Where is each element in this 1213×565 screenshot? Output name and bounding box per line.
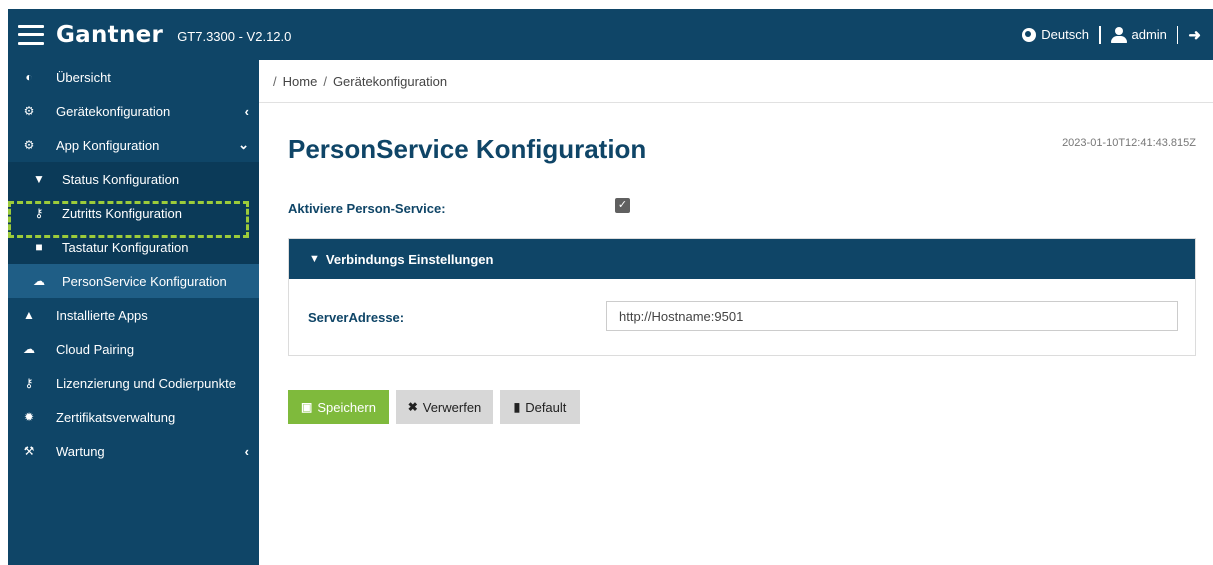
breadcrumb-home[interactable]: Home	[283, 74, 318, 89]
discard-label: Verwerfen	[422, 399, 482, 415]
sidebar-item-maintenance[interactable]: ⚒ Wartung ‹	[8, 434, 259, 468]
logout-icon[interactable]: ➜	[1188, 26, 1201, 44]
sidebar: ◐ Übersicht ⚙ Gerätekonfiguration ‹ ⚙ Ap…	[8, 60, 259, 565]
gear-icon: ⚙	[23, 104, 35, 118]
default-button[interactable]: ▮ Default	[500, 390, 580, 424]
page-title: PersonService Konfiguration	[288, 134, 647, 164]
enable-label: Aktiviere Person-Service:	[288, 201, 446, 216]
sidebar-item-app-config[interactable]: ⚙ App Konfiguration ⌄	[8, 128, 259, 162]
breadcrumb-current[interactable]: Gerätekonfiguration	[333, 74, 447, 89]
sidebar-item-certificates[interactable]: ✹ Zertifikatsverwaltung	[8, 400, 259, 434]
language-label: Deutsch	[1041, 27, 1089, 42]
chevron-left-icon: ‹	[244, 443, 249, 459]
key-icon: ⚷	[34, 206, 44, 220]
puzzle-icon: ▲	[23, 308, 35, 322]
sidebar-submenu: ▼ Status Konfiguration ⚷ Zutritts Konfig…	[8, 162, 259, 298]
sidebar-item-keyboard-config[interactable]: ■ Tastatur Konfiguration	[8, 230, 259, 264]
server-address-input[interactable]	[606, 301, 1178, 331]
breadcrumb: / Home / Gerätekonfiguration	[259, 60, 1213, 103]
discard-button[interactable]: ✖ Verwerfen	[396, 390, 493, 424]
language-selector[interactable]: Deutsch	[1022, 27, 1089, 42]
save-button[interactable]: ▣ Speichern	[288, 390, 389, 424]
server-address-label: ServerAdresse:	[308, 310, 405, 325]
floppy-icon: ▣	[301, 400, 313, 414]
connection-panel: ▼ Verbindungs Einstellungen ServerAdress…	[288, 238, 1196, 356]
timestamp: 2023-01-10T12:41:43.815Z	[1062, 137, 1196, 149]
trash-icon: ▮	[513, 400, 521, 414]
panel-header[interactable]: ▼ Verbindungs Einstellungen	[289, 239, 1195, 279]
sidebar-item-label: Wartung	[56, 443, 105, 459]
wrench-icon: ⚒	[23, 444, 35, 458]
enable-checkbox[interactable]: ✓	[615, 198, 630, 213]
sidebar-item-label: Zertifikatsverwaltung	[56, 409, 176, 425]
panel-title: Verbindungs Einstellungen	[325, 251, 494, 267]
breadcrumb-separator: /	[273, 73, 277, 89]
sidebar-item-access-config[interactable]: ⚷ Zutritts Konfiguration	[8, 196, 259, 230]
sidebar-item-personservice-config[interactable]: ☁ PersonService Konfiguration	[8, 264, 259, 298]
user-label: admin	[1131, 27, 1167, 42]
sidebar-item-device-config[interactable]: ⚙ Gerätekonfiguration ‹	[8, 94, 259, 128]
close-icon: ✖	[407, 400, 418, 414]
chevron-down-icon: ▼	[309, 253, 320, 265]
chevron-left-icon: ‹	[244, 103, 249, 119]
sidebar-item-label: Cloud Pairing	[56, 341, 135, 357]
sidebar-item-label: Tastatur Konfiguration	[62, 239, 189, 255]
sidebar-item-label: Zutritts Konfiguration	[62, 205, 182, 221]
divider	[1176, 25, 1179, 44]
panel-body: ServerAdresse:	[289, 279, 1195, 356]
brand-logo: Gantner	[56, 21, 164, 48]
default-label: Default	[525, 399, 567, 415]
sidebar-item-licensing[interactable]: ⚷ Lizenzierung und Codierpunkte	[8, 366, 259, 400]
sidebar-item-installed-apps[interactable]: ▲ Installierte Apps	[8, 298, 259, 332]
top-navbar: Gantner GT7.3300 - V2.12.0 Deutsch admin…	[8, 9, 1213, 60]
breadcrumb-separator: /	[323, 73, 327, 89]
menu-toggle-icon[interactable]	[18, 24, 44, 45]
certificate-icon: ✹	[23, 410, 35, 424]
sidebar-item-label: Übersicht	[56, 69, 111, 85]
filter-icon: ▼	[33, 172, 45, 186]
lock-icon: ■	[35, 240, 43, 254]
key-icon: ⚷	[24, 376, 34, 390]
divider	[1099, 25, 1101, 44]
pie-chart-icon: ◐	[25, 70, 33, 84]
sidebar-item-cloud-pairing[interactable]: ☁ Cloud Pairing	[8, 332, 259, 366]
chevron-down-icon: ⌄	[238, 137, 249, 152]
sidebar-item-label: Installierte Apps	[56, 307, 148, 323]
sidebar-item-label: Gerätekonfiguration	[56, 103, 171, 119]
user-menu[interactable]: admin	[1110, 26, 1167, 43]
version-label: GT7.3300 - V2.12.0	[177, 28, 292, 44]
sidebar-item-overview[interactable]: ◐ Übersicht	[8, 60, 259, 94]
save-label: Speichern	[317, 399, 376, 415]
cloud-icon: ☁	[33, 274, 45, 288]
sidebar-item-label: PersonService Konfiguration	[62, 273, 227, 289]
sidebar-item-label: App Konfiguration	[56, 137, 160, 153]
sidebar-item-status-config[interactable]: ▼ Status Konfiguration	[8, 162, 259, 196]
sidebar-item-label: Status Konfiguration	[62, 171, 180, 187]
sidebar-item-label: Lizenzierung und Codierpunkte	[56, 375, 236, 391]
gears-icon: ⚙	[23, 138, 35, 152]
cloud-icon: ☁	[23, 342, 35, 356]
globe-icon	[1022, 27, 1037, 42]
user-icon	[1110, 26, 1127, 43]
